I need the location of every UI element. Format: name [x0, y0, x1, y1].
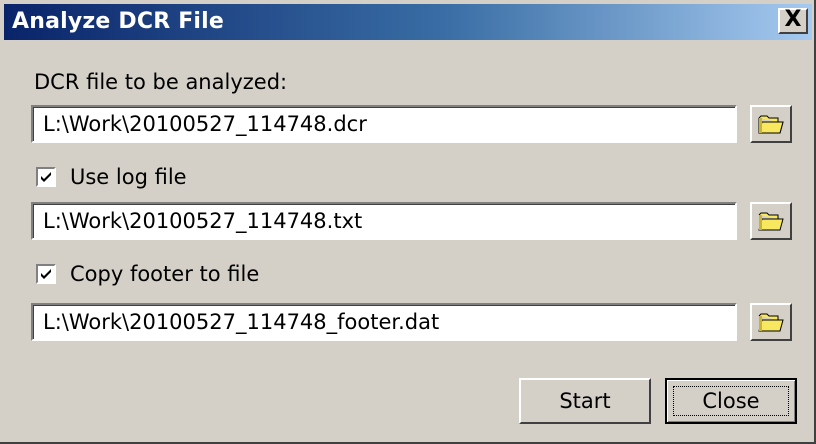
use-log-file-checkbox[interactable] — [36, 167, 56, 187]
focus-rectangle — [673, 386, 789, 416]
folder-icon — [758, 313, 784, 332]
close-window-button[interactable]: X — [778, 8, 808, 34]
folder-icon — [758, 212, 784, 231]
analyze-dcr-dialog: Analyze DCR File X DCR file to be analyz… — [0, 0, 816, 444]
dcr-file-label: DCR file to be analyzed: — [34, 70, 288, 94]
browse-dcr-file-button[interactable] — [750, 105, 792, 143]
title-bar[interactable]: Analyze DCR File X — [4, 4, 812, 40]
dcr-file-path-input[interactable]: L:\Work\20100527_114748.dcr — [31, 105, 737, 143]
copy-footer-label[interactable]: Copy footer to file — [70, 262, 259, 286]
close-icon: X — [784, 7, 802, 32]
start-button[interactable]: Start — [519, 378, 651, 424]
footer-file-path-input[interactable]: L:\Work\20100527_114748_footer.dat — [31, 303, 737, 341]
checkmark-icon — [41, 172, 51, 182]
browse-footer-file-button[interactable] — [750, 303, 792, 341]
copy-footer-checkbox[interactable] — [36, 264, 56, 284]
log-file-path-input[interactable]: L:\Work\20100527_114748.txt — [31, 202, 737, 240]
checkmark-icon — [41, 269, 51, 279]
window-title: Analyze DCR File — [12, 9, 225, 34]
close-button[interactable]: Close — [665, 378, 797, 424]
use-log-file-label[interactable]: Use log file — [70, 165, 187, 189]
browse-log-file-button[interactable] — [750, 202, 792, 240]
folder-icon — [758, 115, 784, 134]
